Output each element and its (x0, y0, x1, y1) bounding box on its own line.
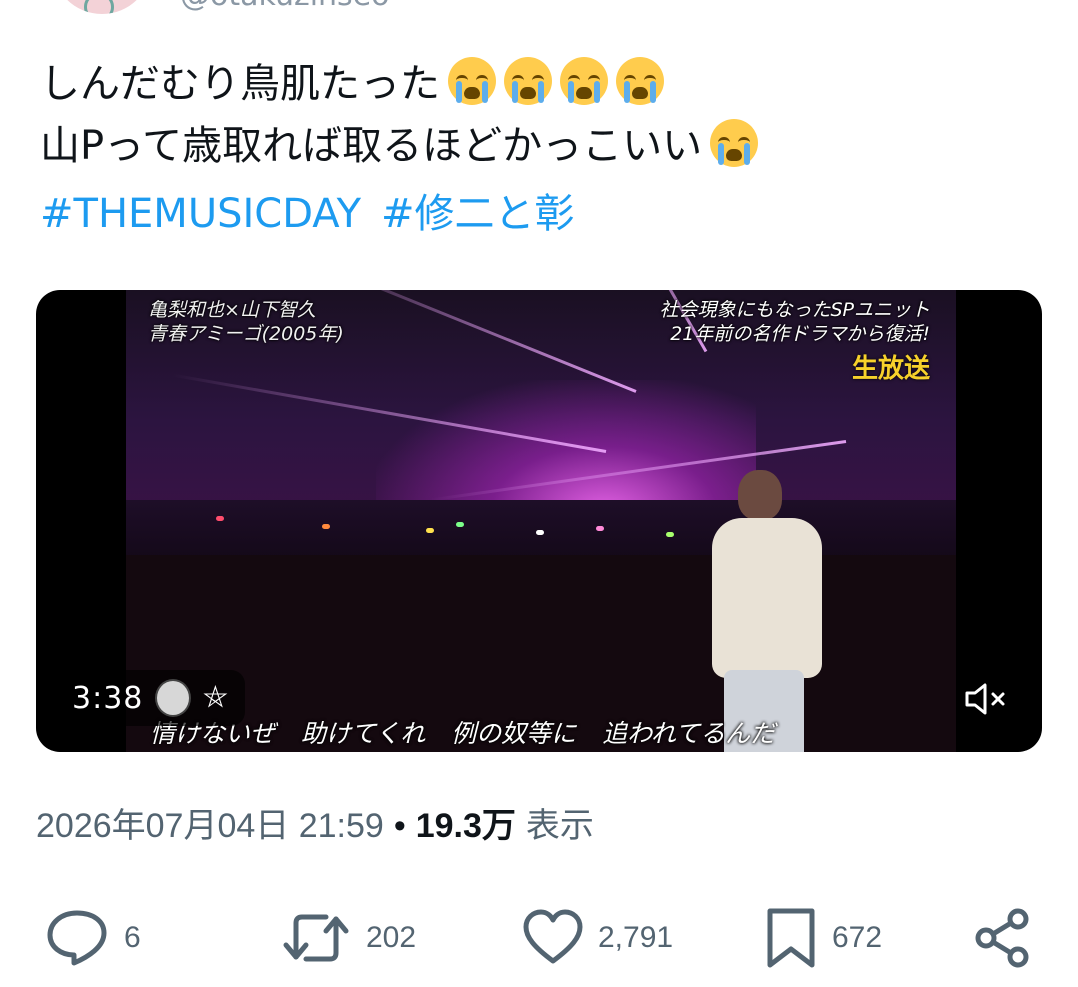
hashtag-link[interactable]: #修二と彰 (381, 191, 575, 237)
video-caption-top-left: 亀梨和也×山下智久 青春アミーゴ(2005年) (148, 298, 344, 346)
bookmark-icon (767, 908, 815, 968)
share-icon (975, 908, 1029, 968)
video-duration: 3:38 (72, 680, 144, 716)
video-duration-badge: 3:38 ⛤ (56, 670, 246, 726)
reply-button[interactable]: 6 (44, 900, 141, 976)
caption-line: 社会現象にもなったSPユニット (659, 299, 930, 321)
tweet-text: しんだむり鳥肌たった 山Pって歳取れば取るほどかっこいい #THEMUSICDA… (40, 53, 1040, 245)
tweet-line-1: しんだむり鳥肌たった (40, 53, 1040, 115)
live-label: 生放送 (851, 354, 930, 384)
like-button[interactable]: 2,791 (522, 900, 673, 976)
video-player[interactable]: 亀梨和也×山下智久 青春アミーゴ(2005年) 社会現象にもなったSPユニット … (36, 290, 1042, 752)
tweet-line-1-text: しんだむり鳥肌たった (40, 61, 440, 107)
retweet-button[interactable]: 202 (280, 900, 416, 976)
loudly-crying-face-icon (616, 57, 664, 105)
share-button[interactable] (970, 900, 1036, 976)
loudly-crying-face-icon (504, 57, 552, 105)
tweet-line-2-text: 山Pって歳取れば取るほどかっこいい (40, 123, 703, 169)
tweet-action-bar: 6 202 2,791 672 (0, 900, 1078, 980)
tweet-metadata: 2026年07月04日 21:59 • 19.3万 表示 (36, 798, 594, 847)
tweet-timestamp[interactable]: 2026年07月04日 21:59 (36, 807, 384, 845)
loudly-crying-face-icon (710, 119, 759, 167)
caption-line: 亀梨和也×山下智久 (148, 299, 316, 321)
video-frame[interactable] (126, 290, 956, 752)
caption-line: 青春アミーゴ(2005年) (148, 323, 344, 345)
separator-dot: • (393, 807, 406, 845)
like-count: 2,791 (598, 921, 674, 954)
bookmark-count: 672 (832, 921, 883, 954)
performer (694, 470, 844, 752)
video-caption-top-right: 社会現象にもなったSPユニット 21年前の名作ドラマから復活! (659, 298, 930, 346)
uploader-avatar (155, 679, 192, 717)
caption-line: 21年前の名作ドラマから復活! (670, 323, 930, 345)
view-count-label: 表示 (525, 807, 594, 845)
hashtag-list: #THEMUSICDAY #修二と彰 (40, 183, 1040, 245)
view-count[interactable]: 19.3万 (416, 807, 516, 845)
mute-button[interactable] (960, 674, 1010, 724)
muted-speaker-icon (965, 683, 1005, 715)
bookmark-button[interactable]: 672 (764, 900, 882, 976)
loudly-crying-face-icon (448, 57, 496, 105)
author-avatar[interactable] (52, 0, 152, 14)
retweet-icon (283, 914, 349, 962)
reply-count: 6 (124, 921, 141, 954)
hashtag-link[interactable]: #THEMUSICDAY (40, 191, 361, 237)
heart-icon (523, 909, 583, 964)
tweet-line-2: 山Pって歳取れば取るほどかっこいい (40, 115, 1040, 177)
video-subtitle: 情けないぜ 助けてくれ 例の奴等に 追われてるんだ (150, 719, 776, 748)
author-handle[interactable]: @otakuzinseo (180, 0, 390, 12)
pentagram-icon: ⛤ (203, 680, 228, 715)
loudly-crying-face-icon (560, 57, 608, 105)
reply-icon (47, 910, 107, 966)
retweet-count: 202 (366, 921, 417, 954)
